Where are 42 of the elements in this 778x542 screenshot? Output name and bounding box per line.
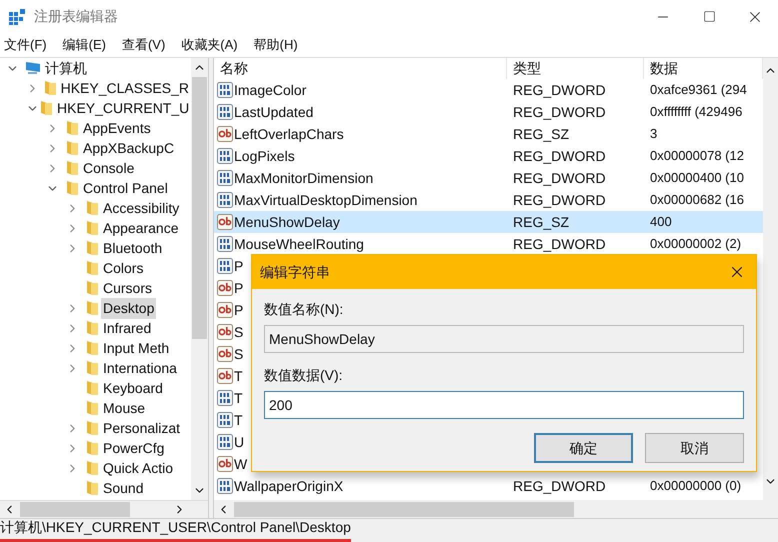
field-label: 数值数据(V):	[264, 366, 344, 385]
value-type: REG_DWORD	[513, 478, 606, 494]
value-data: 3	[650, 126, 658, 142]
value-data: 0xafce9361 (294	[650, 82, 747, 98]
value-name: ImageColor	[234, 80, 306, 100]
field-label: 数值名称(N):	[264, 300, 344, 319]
value-name: MouseWheelRouting	[234, 234, 364, 254]
value-name: P	[234, 300, 244, 320]
value-data: 0x00000002 (2)	[650, 236, 742, 252]
value-data: 0x00000400 (10	[650, 170, 744, 186]
value-type: REG_DWORD	[513, 148, 606, 164]
value-name: T	[234, 366, 243, 386]
window-title: 注册表编辑器	[34, 7, 118, 26]
status-path: 计算机\HKEY_CURRENT_USER\Control Panel\Desktop	[0, 517, 351, 542]
value-name: P	[234, 278, 244, 298]
value-type: REG_SZ	[513, 126, 570, 142]
value-data: 400	[650, 214, 672, 230]
value-type: REG_SZ	[513, 214, 570, 230]
value-name: T	[234, 410, 243, 430]
value-data: 0x00000682 (16	[650, 192, 744, 208]
value-type: REG_DWORD	[513, 192, 606, 208]
value-type: REG_DWORD	[513, 236, 606, 252]
value-data: 0x00000000 (0)	[650, 478, 742, 494]
value-type: REG_DWORD	[513, 82, 606, 98]
value-name: LastUpdated	[234, 102, 314, 122]
value-name: S	[234, 322, 244, 342]
value-name: W	[234, 454, 248, 474]
value-name: T	[234, 388, 243, 408]
value-type: REG_DWORD	[513, 104, 606, 120]
value-name: MenuShowDelay	[234, 212, 340, 232]
value-name: MaxMonitorDimension	[234, 168, 374, 188]
value-name: U	[234, 432, 244, 452]
value-name: WallpaperOriginX	[234, 476, 344, 496]
value-data: 0xffffffff (429496	[650, 104, 742, 120]
value-name: S	[234, 344, 244, 364]
dialog-title: 编辑字符串	[260, 262, 330, 282]
value-name: LogPixels	[234, 146, 295, 166]
value-data: 0x00000078 (12	[650, 148, 744, 164]
value-name: LeftOverlapChars	[234, 124, 344, 144]
value-name: P	[234, 256, 244, 276]
value-type: REG_DWORD	[513, 170, 606, 186]
value-name: MaxVirtualDesktopDimension	[234, 190, 418, 210]
